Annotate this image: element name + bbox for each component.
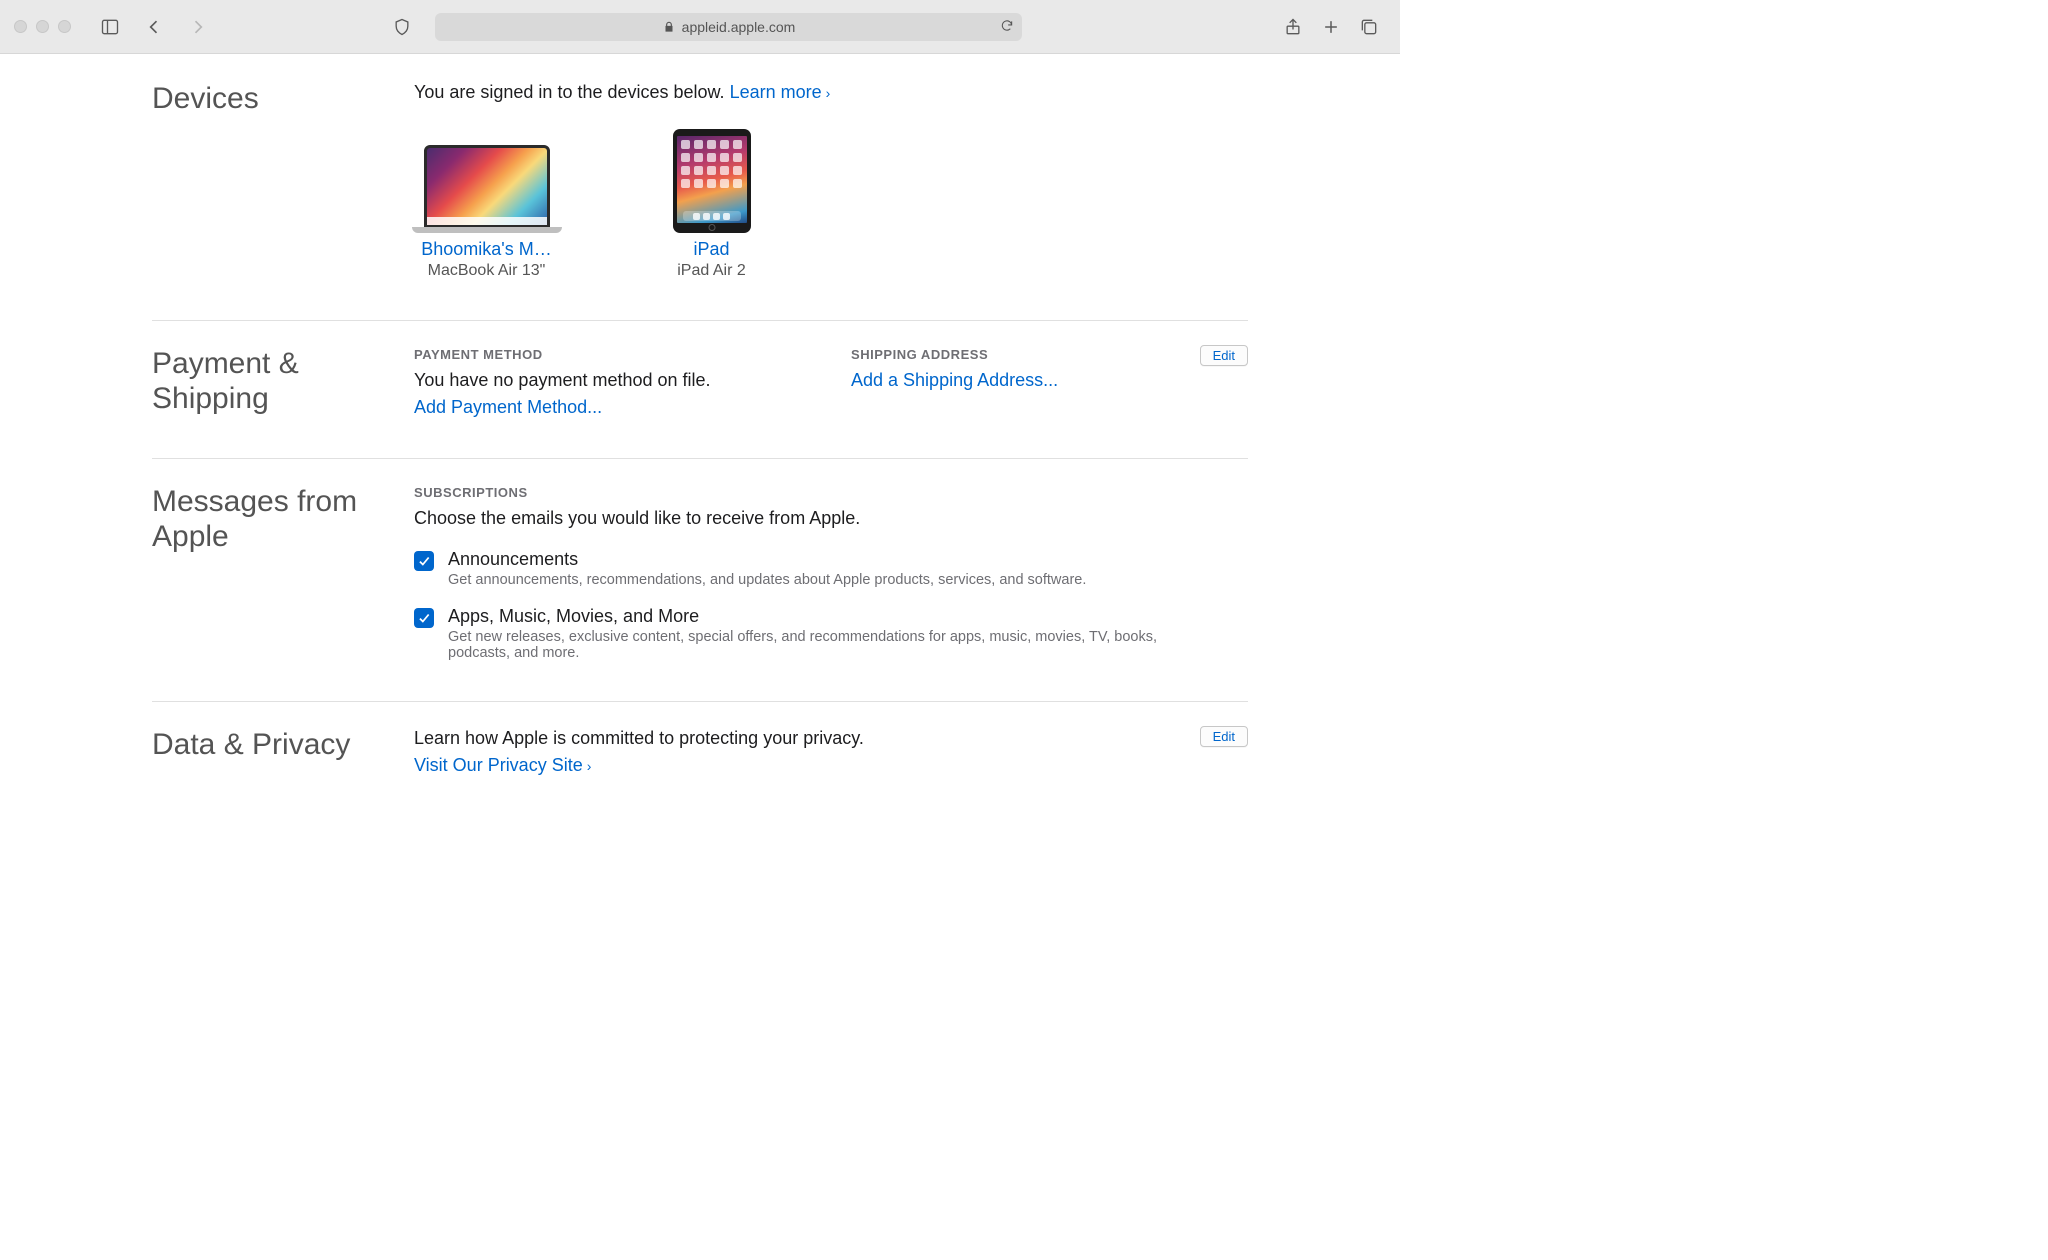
add-payment-method-link[interactable]: Add Payment Method... [414,397,602,417]
address-bar-url: appleid.apple.com [682,19,796,35]
announcements-checkbox[interactable] [414,551,434,571]
subscription-label: Announcements [448,549,1086,570]
subscriptions-intro: Choose the emails you would like to rece… [414,508,1248,529]
device-name: Bhoomika's M… [414,239,559,260]
window-controls[interactable] [14,20,71,33]
device-card-ipad[interactable]: iPad iPad Air 2 [639,131,784,280]
add-shipping-address-link[interactable]: Add a Shipping Address... [851,370,1058,390]
browser-toolbar: appleid.apple.com [0,0,1400,54]
devices-section: Devices You are signed in to the devices… [152,78,1248,321]
sidebar-toggle-button[interactable] [93,12,127,42]
device-model: iPad Air 2 [639,262,784,280]
new-tab-button[interactable] [1314,12,1348,42]
payment-method-block: PAYMENT METHOD You have no payment metho… [414,347,811,418]
privacy-intro: Learn how Apple is committed to protecti… [414,728,1248,749]
subscription-label: Apps, Music, Movies, and More [448,606,1168,627]
data-privacy-heading: Data & Privacy [152,728,414,763]
subscription-item-apps-music: Apps, Music, Movies, and More Get new re… [414,606,1248,661]
macbook-icon [414,131,559,233]
payment-shipping-heading: Payment & Shipping [152,347,414,416]
address-bar[interactable]: appleid.apple.com [435,13,1022,41]
apps-music-checkbox[interactable] [414,608,434,628]
close-window-icon[interactable] [14,20,27,33]
devices-intro: You are signed in to the devices below. … [414,82,1248,103]
tab-overview-button[interactable] [1352,12,1386,42]
lock-icon [662,20,676,34]
forward-button[interactable] [181,12,215,42]
ipad-icon [639,131,784,233]
zoom-window-icon[interactable] [58,20,71,33]
visit-privacy-site-link[interactable]: Visit Our Privacy Site› [414,755,591,775]
device-model: MacBook Air 13" [414,262,559,280]
payment-shipping-section: Payment & Shipping Edit PAYMENT METHOD Y… [152,321,1248,459]
messages-heading: Messages from Apple [152,485,414,554]
device-name: iPad [639,239,784,260]
payment-method-heading: PAYMENT METHOD [414,347,811,362]
data-privacy-section: Data & Privacy Edit Learn how Apple is c… [152,702,1248,788]
subscription-item-announcements: Announcements Get announcements, recomme… [414,549,1248,588]
devices-learn-more-link[interactable]: Learn more› [730,82,831,102]
payment-edit-button[interactable]: Edit [1200,345,1248,366]
privacy-edit-button[interactable]: Edit [1200,726,1248,747]
page-content: Devices You are signed in to the devices… [0,54,1400,788]
minimize-window-icon[interactable] [36,20,49,33]
subscription-description: Get announcements, recommendations, and … [448,572,1086,588]
device-card-macbook[interactable]: Bhoomika's M… MacBook Air 13" [414,131,559,280]
privacy-report-button[interactable] [385,12,419,42]
subscriptions-heading: SUBSCRIPTIONS [414,485,1248,500]
share-button[interactable] [1276,12,1310,42]
reload-button[interactable] [1000,18,1014,35]
shipping-address-heading: SHIPPING ADDRESS [851,347,1248,362]
devices-heading: Devices [152,82,414,117]
back-button[interactable] [137,12,171,42]
messages-section: Messages from Apple SUBSCRIPTIONS Choose… [152,459,1248,702]
payment-method-status: You have no payment method on file. [414,370,811,391]
subscription-description: Get new releases, exclusive content, spe… [448,629,1168,661]
shipping-address-block: SHIPPING ADDRESS Add a Shipping Address.… [851,347,1248,418]
